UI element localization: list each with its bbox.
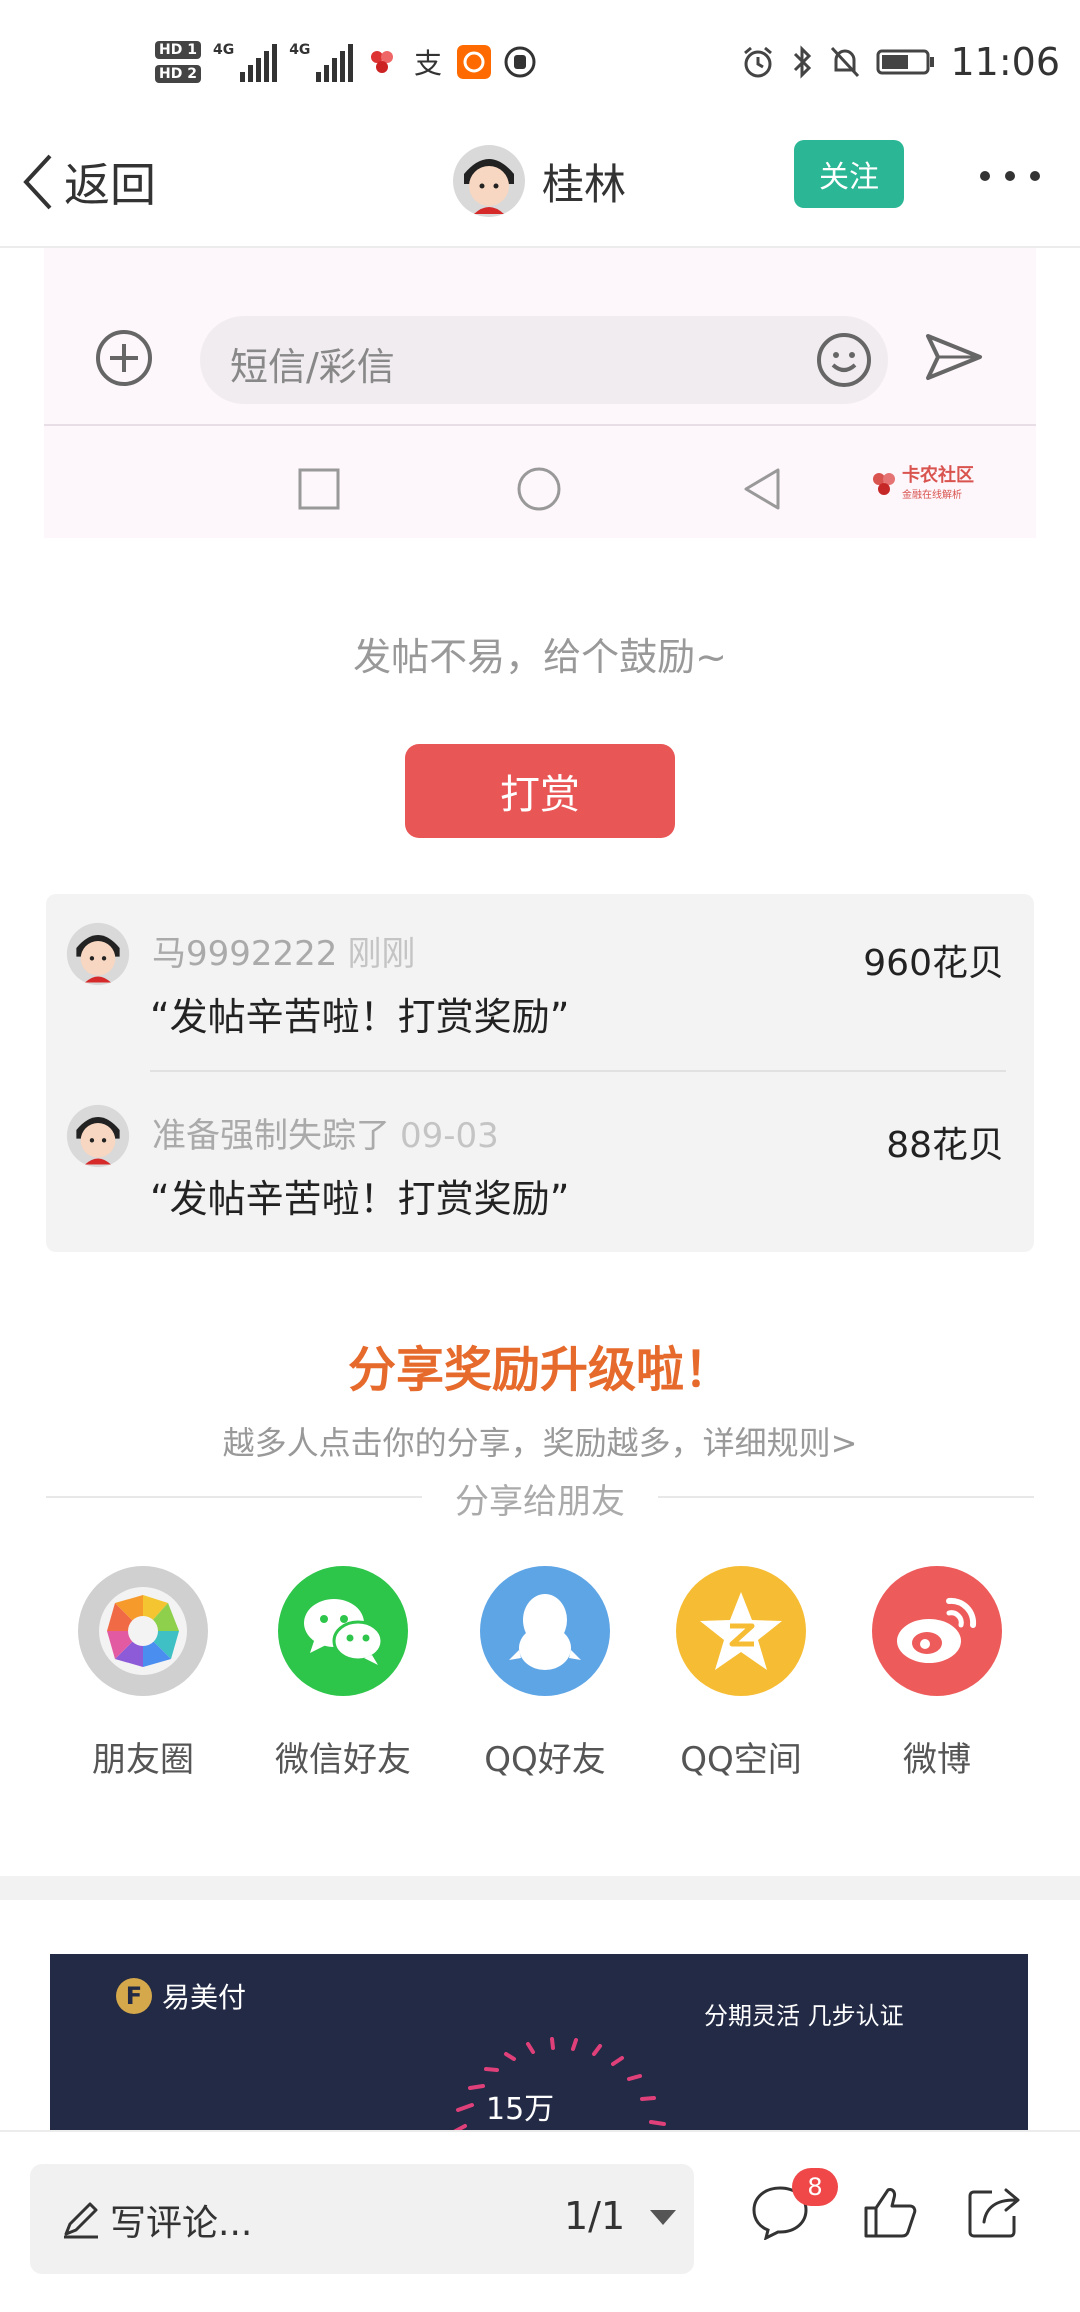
back-button[interactable]: 返回 — [20, 142, 156, 222]
emoji-icon — [817, 333, 871, 387]
tipper-name[interactable]: 马9992222 — [152, 934, 337, 974]
battery-icon — [876, 49, 935, 75]
qzone-star-icon — [700, 1592, 782, 1670]
share-label: 朋友圈 — [92, 1740, 194, 1780]
caret-down-icon[interactable] — [650, 2210, 676, 2225]
mute-bell-icon — [831, 46, 860, 78]
section-gap — [0, 1876, 1080, 1900]
tip-meta: 准备强制失踪了 09-03 — [152, 1108, 499, 1157]
qq-penguin-icon — [509, 1594, 581, 1670]
tip-amount: 960花贝 — [863, 943, 1004, 984]
reward-button[interactable]: 打赏 — [405, 744, 675, 838]
gauge-icon — [449, 2037, 666, 2132]
tip-amount: 88花贝 — [886, 1125, 1004, 1166]
watermark-text: 卡农社区 — [902, 465, 974, 486]
author-avatar[interactable] — [452, 144, 526, 218]
hd1-label: HD 1 — [155, 41, 201, 59]
svg-text:支: 支 — [414, 47, 442, 79]
share-qzone-button[interactable]: QQ空间 — [656, 1566, 826, 1781]
avatar[interactable] — [66, 1104, 130, 1168]
pencil-icon — [64, 2202, 98, 2239]
triangle-back-icon — [744, 468, 780, 510]
brand-logo-icon: F — [116, 1978, 152, 2014]
tip-time: 刚刚 — [347, 934, 416, 974]
share-wechat-button[interactable]: 微信好友 — [258, 1566, 428, 1781]
follow-button[interactable]: 关注 — [794, 140, 904, 208]
share-divider: 分享给朋友 — [46, 1474, 1034, 1522]
comment-input[interactable]: 写评论... 1/1 — [30, 2164, 694, 2274]
more-options-icon[interactable] — [980, 156, 1040, 196]
plus-circle-icon — [96, 330, 152, 386]
share-label: QQ空间 — [680, 1740, 802, 1780]
sms-placeholder: 短信/彩信 — [230, 345, 395, 389]
alipay-icon: 支 — [414, 47, 442, 79]
tip-time: 09-03 — [400, 1116, 499, 1156]
signal-icon-2: 4G — [289, 42, 354, 82]
network-type-1: 4G — [212, 42, 235, 58]
ad-banner[interactable]: F 易美付 分期灵活 几步认证 15万 — [50, 1954, 1028, 2132]
hd2-label: HD 2 — [155, 65, 201, 83]
page-indicator[interactable]: 1/1 — [564, 2194, 625, 2238]
divider — [44, 424, 1036, 426]
weibo-icon — [897, 1597, 977, 1663]
share-label: 微博 — [903, 1740, 971, 1780]
square-icon — [298, 468, 340, 510]
nav-bar: 返回 桂林 关注 — [0, 120, 1080, 248]
author-name: 桂林 — [542, 159, 627, 209]
bluetooth-icon — [794, 45, 812, 79]
moments-icon — [99, 1587, 187, 1675]
comment-placeholder: 写评论... — [110, 2203, 253, 2244]
share-title: 分享奖励升级啦！ — [347, 1342, 732, 1398]
tipper-name[interactable]: 准备强制失踪了 — [152, 1116, 390, 1156]
post-image[interactable]: 短信/彩信 卡农社区 金融在线解析 — [44, 248, 1036, 538]
tips-list: 马9992222 刚刚 “发帖辛苦啦！打赏奖励” 960花贝 准备强制失踪了 09-… — [46, 894, 1034, 1252]
share-moments-button[interactable]: 朋友圈 — [58, 1566, 228, 1781]
alarm-icon — [744, 46, 773, 78]
bottom-bar: 写评论... 1/1 8 — [0, 2130, 1080, 2312]
share-qq-button[interactable]: QQ好友 — [460, 1566, 630, 1781]
hd-indicator: HD 1 HD 2 — [155, 41, 201, 83]
comment-count-badge: 8 — [792, 2168, 838, 2206]
thumbs-up-icon[interactable] — [862, 2184, 918, 2240]
status-left: HD 1 HD 2 4G 4G 支 — [155, 30, 537, 94]
divider — [150, 1070, 1006, 1072]
status-bar: HD 1 HD 2 4G 4G 支 11:06 — [0, 0, 1080, 120]
circle-icon — [517, 467, 561, 511]
list-item[interactable]: 马9992222 刚刚 “发帖辛苦啦！打赏奖励” 960花贝 — [46, 894, 1034, 1072]
share-weibo-button[interactable]: 微博 — [852, 1566, 1022, 1781]
send-icon — [926, 334, 982, 380]
clock: 11:06 — [950, 40, 1060, 84]
watermark-sub: 金融在线解析 — [902, 490, 962, 501]
back-label: 返回 — [64, 158, 156, 212]
ad-brand-name: 易美付 — [162, 1981, 247, 2014]
share-icon[interactable] — [966, 2184, 1026, 2240]
ad-slogan: 分期灵活 几步认证 — [704, 2002, 904, 2030]
kanong-logo-icon — [873, 472, 895, 495]
list-item[interactable]: 准备强制失踪了 09-03 “发帖辛苦啦！打赏奖励” 88花贝 — [46, 1076, 1034, 1246]
wechat-icon — [304, 1599, 384, 1665]
author-info[interactable]: 桂林 — [452, 136, 626, 226]
tip-meta: 马9992222 刚刚 — [152, 926, 415, 975]
network-type-2: 4G — [289, 42, 311, 58]
kanong-app-icon — [365, 45, 400, 79]
share-divider-label: 分享给朋友 — [455, 1482, 625, 1522]
ad-amount: 15万 — [486, 2092, 555, 2127]
reward-prompt: 发帖不易，给个鼓励~ — [353, 635, 727, 679]
watermark: 卡农社区 金融在线解析 — [870, 466, 974, 501]
status-right: 11:06 — [740, 30, 1060, 94]
tip-message: “发帖辛苦啦！打赏奖励” — [150, 995, 570, 1039]
sms-input-image: 短信/彩信 — [200, 316, 888, 404]
avatar[interactable] — [66, 922, 130, 986]
share-rules-link[interactable]: 越多人点击你的分享，奖励越多，详细规则> — [0, 1418, 1080, 1464]
chevron-left-icon — [23, 154, 52, 210]
ad-brand: F 易美付 — [116, 1976, 246, 2016]
hand-icon — [504, 46, 536, 78]
share-label: QQ好友 — [484, 1740, 606, 1780]
taobao-icon — [457, 45, 492, 79]
tip-message: “发帖辛苦啦！打赏奖励” — [150, 1177, 570, 1221]
signal-icon: 4G — [212, 42, 278, 82]
share-label: 微信好友 — [275, 1740, 411, 1780]
